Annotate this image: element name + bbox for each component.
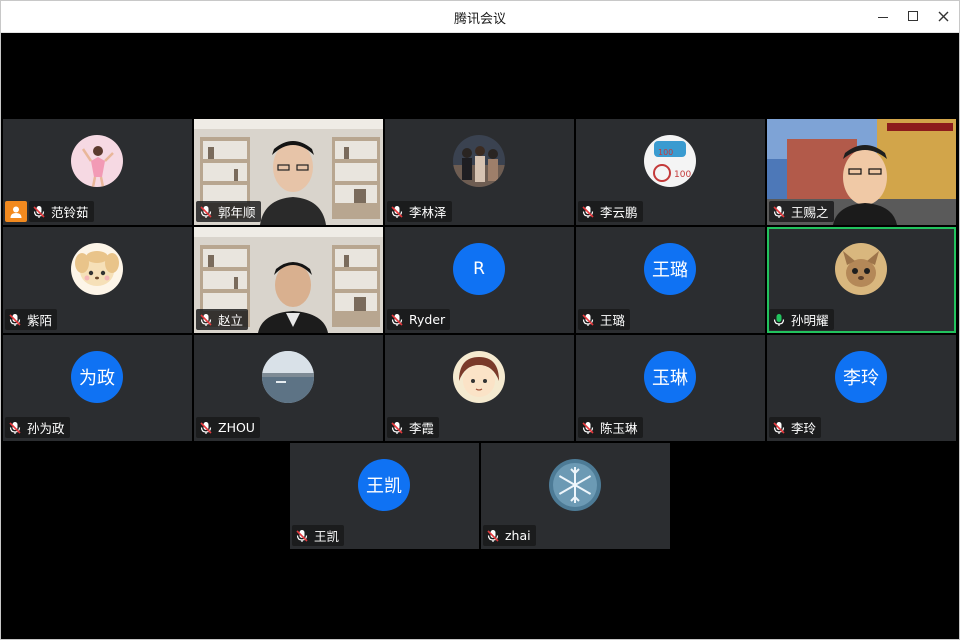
- mic-muted-icon: [9, 313, 21, 326]
- name-label: 李云鹏: [578, 201, 643, 222]
- participant-tile[interactable]: 王凯 王凯: [290, 443, 479, 549]
- mic-muted-icon: [773, 205, 785, 218]
- mic-muted-icon: [200, 205, 212, 218]
- participant-name: 范铃茹: [51, 205, 89, 220]
- participant-tile[interactable]: 范铃茹: [3, 119, 192, 225]
- avatar: [453, 135, 505, 187]
- participant-tile[interactable]: 赵立: [194, 227, 383, 333]
- mic-muted-icon: [33, 205, 45, 218]
- svg-text:100: 100: [658, 148, 673, 157]
- avatar: [262, 351, 314, 403]
- meeting-window: 腾讯会议 范铃茹 郭年顺 李林泽 100 100 李云鹏 王赐之 紫陌 赵立 R…: [0, 0, 960, 640]
- participant-name: 李云鹏: [600, 205, 638, 220]
- host-icon: [10, 206, 22, 218]
- name-label: 孙为政: [5, 417, 70, 438]
- participant-name: 王璐: [600, 313, 626, 328]
- close-button[interactable]: [931, 5, 955, 27]
- mic-muted-icon: [391, 205, 403, 218]
- avatar: R: [453, 243, 505, 295]
- participant-tile[interactable]: 郭年顺: [194, 119, 383, 225]
- mic-muted-icon: [391, 313, 403, 326]
- participant-name: 赵立: [218, 313, 244, 328]
- name-label: 范铃茹: [29, 201, 94, 222]
- participant-name: 陈玉琳: [600, 421, 638, 436]
- avatar: 玉琳: [644, 351, 696, 403]
- participant-tile[interactable]: 王赐之: [767, 119, 956, 225]
- participant-name: 紫陌: [27, 313, 53, 328]
- name-label: 陈玉琳: [578, 417, 643, 438]
- participant-name: 郭年顺: [218, 205, 256, 220]
- close-icon: [938, 11, 948, 21]
- participant-name: 王赐之: [791, 205, 829, 220]
- participant-tile[interactable]: 李林泽: [385, 119, 574, 225]
- name-label: 孙明耀: [769, 309, 834, 330]
- participant-tile[interactable]: 王璐 王璐: [576, 227, 765, 333]
- host-badge: [5, 201, 27, 222]
- mic-muted-icon: [200, 313, 212, 326]
- avatar: [835, 243, 887, 295]
- participant-tile[interactable]: R Ryder: [385, 227, 574, 333]
- name-label: 李霞: [387, 417, 440, 438]
- title-bar: 腾讯会议: [1, 1, 959, 33]
- name-label: zhai: [483, 525, 536, 546]
- mic-speaking-icon: [773, 313, 785, 326]
- mic-muted-icon: [582, 421, 594, 434]
- participant-name: 王凯: [314, 529, 340, 544]
- avatar: 王凯: [358, 459, 410, 511]
- participant-tile[interactable]: zhai: [481, 443, 670, 549]
- mic-muted-icon: [9, 421, 21, 434]
- participant-tile[interactable]: 100 100 李云鹏: [576, 119, 765, 225]
- participant-name: 李林泽: [409, 205, 447, 220]
- participant-tile[interactable]: 紫陌: [3, 227, 192, 333]
- mic-muted-icon: [391, 421, 403, 434]
- participant-tile[interactable]: 玉琳 陈玉琳: [576, 335, 765, 441]
- participant-tile[interactable]: 李玲 李玲: [767, 335, 956, 441]
- participant-name: zhai: [505, 528, 531, 543]
- minimize-button[interactable]: [871, 5, 895, 27]
- avatar: 为政: [71, 351, 123, 403]
- name-label: 郭年顺: [196, 201, 261, 222]
- participant-tile[interactable]: ZHOU: [194, 335, 383, 441]
- name-label: 李林泽: [387, 201, 452, 222]
- participant-name: 李玲: [791, 421, 817, 436]
- participant-tile[interactable]: 李霞: [385, 335, 574, 441]
- name-label: 赵立: [196, 309, 249, 330]
- maximize-icon: [908, 11, 918, 21]
- name-label: ZHOU: [196, 417, 260, 438]
- avatar: [549, 459, 601, 511]
- maximize-button[interactable]: [901, 5, 925, 27]
- participant-tile[interactable]: 孙明耀: [767, 227, 956, 333]
- mic-muted-icon: [582, 313, 594, 326]
- avatar: 100 100: [644, 135, 696, 187]
- avatar: 李玲: [835, 351, 887, 403]
- avatar: 王璐: [644, 243, 696, 295]
- name-label: 李玲: [769, 417, 822, 438]
- mic-muted-icon: [773, 421, 785, 434]
- name-label: 王璐: [578, 309, 631, 330]
- avatar: [71, 243, 123, 295]
- svg-text:100: 100: [674, 170, 691, 180]
- participant-name: ZHOU: [218, 420, 255, 435]
- name-label: 紫陌: [5, 309, 58, 330]
- participant-name: 孙为政: [27, 421, 65, 436]
- participant-tile[interactable]: 为政 孙为政: [3, 335, 192, 441]
- participant-name: 孙明耀: [791, 313, 829, 328]
- window-title: 腾讯会议: [453, 12, 506, 27]
- mic-muted-icon: [487, 529, 499, 542]
- mic-muted-icon: [296, 529, 308, 542]
- name-label: 王凯: [292, 525, 345, 546]
- mic-muted-icon: [200, 421, 212, 434]
- participant-name: Ryder: [409, 312, 446, 327]
- participant-name: 李霞: [409, 421, 435, 436]
- avatar: [453, 351, 505, 403]
- mic-muted-icon: [582, 205, 594, 218]
- minimize-icon: [878, 16, 888, 18]
- name-label: 王赐之: [769, 201, 834, 222]
- name-label: Ryder: [387, 309, 451, 330]
- avatar: [71, 135, 123, 187]
